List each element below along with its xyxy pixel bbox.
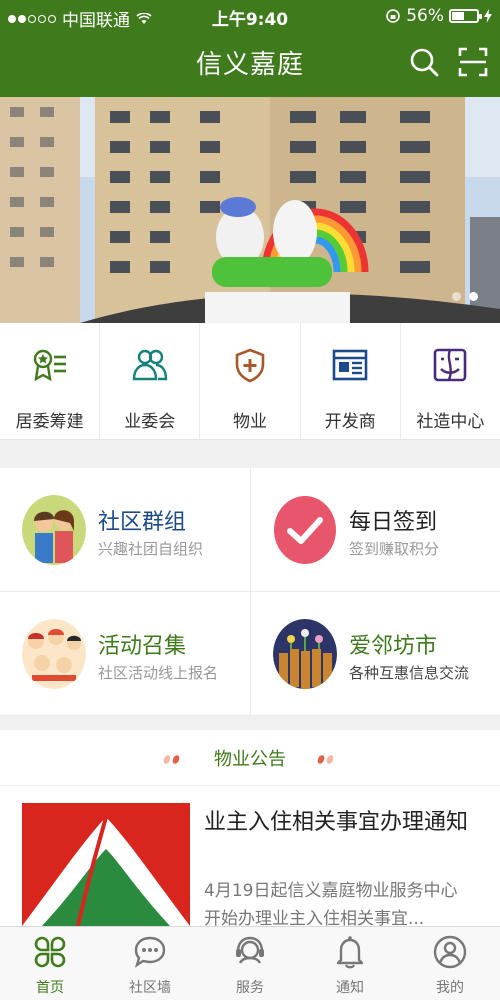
tab-notifications[interactable]: 通知 [300,927,400,1000]
battery-percent: 56% [406,6,444,26]
carousel-indicator[interactable] [452,292,478,301]
face-window-icon [434,348,467,382]
checkin-icon [274,496,336,564]
category-nav: 居委筹建 业委会 物业 开发商 社造中心 [0,323,500,440]
search-icon[interactable] [408,46,440,78]
notice-thumbnail [22,803,190,926]
bell-icon [336,936,364,969]
tab-home[interactable]: 首页 [0,927,100,1000]
tab-label: 首页 [36,980,64,996]
notice-summary: 4月19日起信义嘉庭物业服务中心开始办理业主入住相关事宜... [204,881,458,929]
status-bar: 中国联通 上午9:40 56% [0,0,500,32]
category-community-center[interactable]: 社造中心 [401,323,500,439]
category-label: 居委筹建 [15,412,84,432]
feature-subtitle: 签到赚取积分 [349,540,440,558]
carousel-dot[interactable] [452,292,461,301]
category-resident-committee[interactable]: 居委筹建 [0,323,101,439]
feature-subtitle: 社区活动线上报名 [98,664,219,682]
bottom-tab-bar: 首页 社区墙 服务 通知 我的 [0,926,500,1000]
category-label: 社造中心 [416,412,485,432]
community-groups-avatar [22,495,86,565]
scan-icon[interactable] [458,46,488,78]
notice-section-title: 物业公告 [214,749,286,770]
newspaper-icon [332,349,368,381]
award-list-icon [33,349,66,382]
feature-title: 活动召集 [98,634,187,659]
category-label: 物业 [233,412,267,432]
feature-community-groups[interactable]: 社区群组 兴趣社团自组织 [0,468,250,592]
feature-title: 爱邻坊市 [349,634,438,659]
tab-label: 通知 [336,980,364,996]
feature-grid: 社区群组 兴趣社团自组织 每日签到 签到赚取积分 活动召集 社区活动线上报名 爱… [0,468,500,716]
feature-title: 每日签到 [349,510,438,535]
feature-event-signup[interactable]: 活动召集 社区活动线上报名 [0,592,250,716]
charging-icon [484,9,492,23]
notice-section-header: 物业公告 [0,730,500,786]
notice-title: 业主入住相关事宜办理通知 [204,810,469,835]
category-label: 开发商 [324,412,376,432]
tab-label: 服务 [236,980,264,996]
notice-item[interactable]: 业主入住相关事宜办理通知 4月19日起信义嘉庭物业服务中心开始办理业主入住相关事… [0,786,500,929]
category-owners-committee[interactable]: 业委会 [100,323,201,439]
top-bar: 中国联通 上午9:40 56% 信义嘉庭 [0,0,500,97]
shield-plus-icon [235,348,265,383]
tab-profile[interactable]: 我的 [400,927,500,1000]
feature-subtitle: 兴趣社团自组织 [98,540,204,558]
section-divider [0,440,500,468]
tab-service[interactable]: 服务 [200,927,300,1000]
people-icon [132,349,167,381]
category-label: 业委会 [124,412,176,432]
carousel-dot-active[interactable] [469,292,478,301]
feature-title: 社区群组 [98,510,187,535]
category-property[interactable]: 物业 [200,323,301,439]
user-icon [433,935,467,969]
banner-carousel[interactable] [0,97,500,323]
section-divider [0,716,500,730]
tab-community-wall[interactable]: 社区墙 [100,927,200,1000]
home-clover-icon [34,936,66,968]
banner-image [0,97,500,323]
chat-bubble-icon [134,936,166,968]
battery-icon [449,9,482,23]
decoration-right [316,754,335,765]
headset-icon [236,936,264,964]
rotation-lock-icon [386,9,401,23]
category-developer[interactable]: 开发商 [301,323,401,439]
feature-subtitle: 各种互惠信息交流 [349,664,470,682]
feature-neighbor-market[interactable]: 爱邻坊市 各种互惠信息交流 [250,592,500,716]
neighbor-market-avatar [273,619,337,689]
event-signup-avatar [22,619,86,689]
tab-label: 社区墙 [129,980,171,996]
tab-label: 我的 [436,980,464,996]
feature-daily-checkin[interactable]: 每日签到 签到赚取积分 [250,468,500,592]
